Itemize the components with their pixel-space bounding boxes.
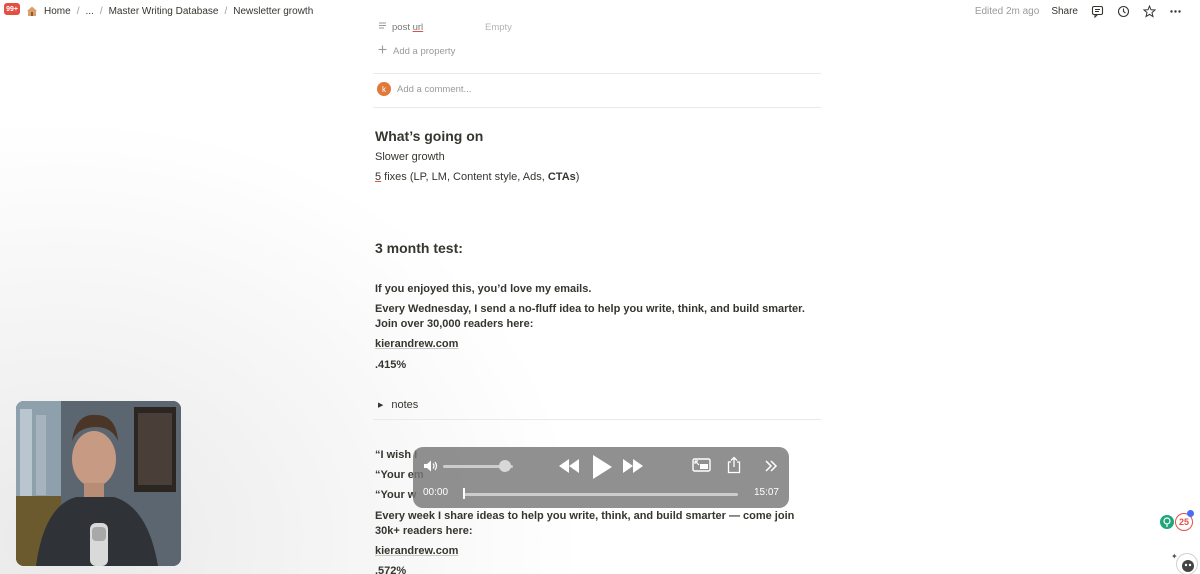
rewind-icon[interactable]	[558, 458, 580, 479]
text-email-intro: If you enjoyed this, you’d love my email…	[375, 283, 592, 295]
breadcrumb-ellipsis[interactable]: ...	[85, 6, 93, 17]
divider	[373, 73, 821, 74]
text-fixes: 5 fixes (LP, LM, Content style, Ads, CTA…	[375, 171, 580, 183]
toggle-label: notes	[391, 399, 419, 411]
heading-3-month-test: 3 month test:	[375, 240, 463, 256]
share-button[interactable]: Share	[1051, 6, 1078, 17]
property-value-empty[interactable]: Empty	[485, 22, 512, 33]
progress-handle[interactable]	[463, 488, 465, 499]
text-email-body-2: Every week I share ideas to help you wri…	[375, 510, 795, 537]
volume-icon[interactable]	[423, 459, 439, 478]
property-name: post url	[378, 21, 485, 33]
link-kierandrew[interactable]: kierandrew.com	[375, 337, 821, 352]
comment-input[interactable]: k Add a comment...	[377, 82, 471, 96]
text-email-body: Every Wednesday, I send a no-fluff idea …	[375, 303, 805, 330]
breadcrumb: Home / ... / Master Writing Database / N…	[26, 5, 313, 17]
star-icon[interactable]	[1142, 4, 1156, 18]
add-property-button[interactable]: Add a property	[378, 45, 455, 57]
plus-icon	[378, 45, 387, 57]
notification-badge[interactable]: 99+	[4, 3, 20, 15]
chevron-double-right-icon[interactable]	[764, 459, 778, 477]
comment-icon[interactable]	[1090, 4, 1104, 18]
top-bar: 99+ Home / ... / Master Writing Database…	[0, 0, 1200, 23]
text-slower-growth: Slower growth	[375, 151, 445, 163]
grammarly-icon[interactable]	[1160, 515, 1174, 529]
property-label: post	[392, 21, 413, 33]
media-player[interactable]: 00:00 15:07	[413, 447, 789, 508]
breadcrumb-master-writing-database[interactable]: Master Writing Database	[109, 6, 219, 17]
breadcrumb-separator: /	[76, 5, 80, 17]
share-icon[interactable]	[727, 456, 741, 479]
text-rate: .415%	[375, 359, 407, 371]
add-property-label: Add a property	[393, 45, 456, 57]
edited-timestamp: Edited 2m ago	[974, 5, 1040, 17]
text-lines-icon	[378, 21, 387, 33]
fast-forward-icon[interactable]	[622, 458, 644, 479]
progress-bar[interactable]	[464, 493, 738, 496]
webcam-video	[16, 401, 181, 566]
volume-slider-handle[interactable]	[499, 460, 511, 472]
top-actions: Edited 2m ago Share	[975, 4, 1182, 18]
assistant-avatar-button[interactable]	[1176, 553, 1198, 574]
history-icon[interactable]	[1116, 4, 1130, 18]
picture-in-picture-icon[interactable]	[692, 457, 711, 478]
property-label-url: url	[412, 21, 424, 33]
home-icon	[26, 5, 38, 17]
breadcrumb-separator: /	[224, 5, 228, 17]
comment-placeholder: Add a comment...	[397, 83, 472, 95]
property-post-url[interactable]: post url Empty	[378, 21, 512, 33]
heading-whats-going-on: What’s going on	[375, 128, 484, 144]
toggle-notes[interactable]: ▶ notes	[378, 399, 418, 411]
divider	[373, 419, 821, 420]
play-icon[interactable]	[591, 454, 613, 485]
current-time: 00:00	[423, 487, 449, 498]
divider	[373, 107, 821, 108]
more-icon[interactable]	[1168, 4, 1182, 18]
breadcrumb-newsletter-growth[interactable]: Newsletter growth	[233, 6, 313, 17]
avatar: k	[377, 82, 391, 96]
total-time: 15:07	[753, 487, 779, 498]
breadcrumb-separator: /	[99, 5, 103, 17]
text-rate: .572%	[375, 565, 407, 574]
badge-dot	[1187, 510, 1194, 517]
breadcrumb-home[interactable]: Home	[44, 6, 71, 17]
link-kierandrew[interactable]: kierandrew.com	[375, 544, 821, 559]
triangle-right-icon: ▶	[378, 402, 384, 409]
